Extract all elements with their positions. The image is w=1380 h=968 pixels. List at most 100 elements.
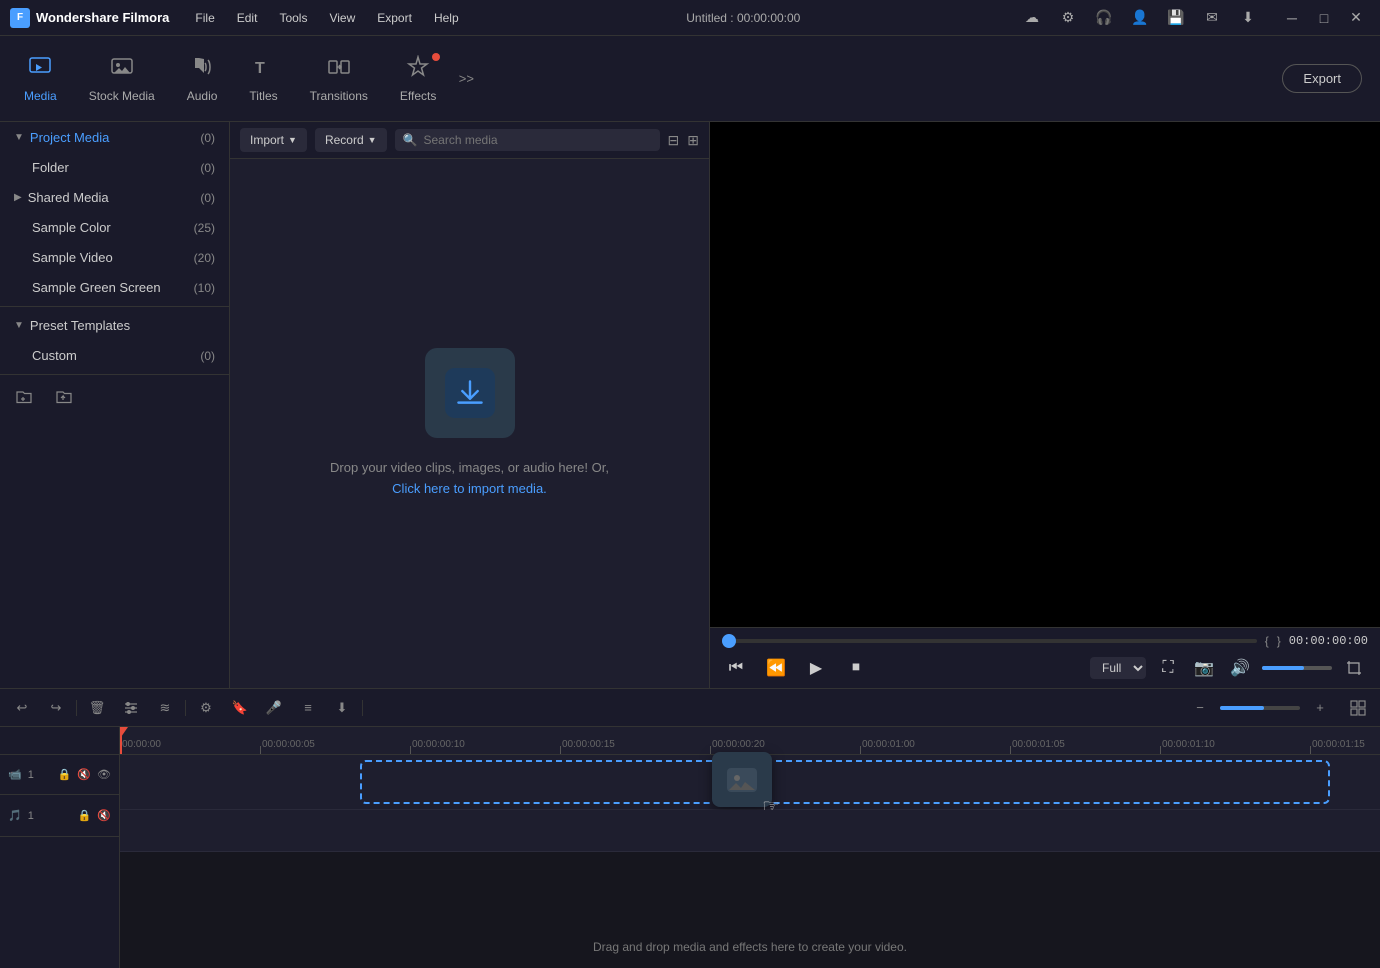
ruler-tick-8: 00:00:01:15: [1312, 739, 1365, 750]
menu-help[interactable]: Help: [424, 7, 469, 29]
adjust-btn[interactable]: [117, 694, 145, 722]
redo-btn[interactable]: ↪: [42, 694, 70, 722]
track1-lock-icon[interactable]: 🔒: [58, 768, 72, 781]
play-btn[interactable]: ▶: [802, 654, 830, 682]
sidebar-item-preset-templates[interactable]: ▼ Preset Templates: [4, 311, 225, 340]
save-btn[interactable]: 💾: [1162, 4, 1190, 32]
drop-text: Drop your video clips, images, or audio …: [330, 458, 609, 500]
preview-controls: { } 00:00:00:00 ⏮ ⏪ ▶ ⏹ Full ⛶ 📷 🔊: [710, 627, 1380, 688]
toolbar-titles[interactable]: T Titles: [233, 47, 293, 111]
scrubber-thumb[interactable]: [722, 634, 736, 648]
sample-color-count: (25): [194, 221, 215, 235]
sidebar-item-sample-video[interactable]: Sample Video (20): [4, 243, 225, 272]
sidebar-item-folder[interactable]: Folder (0): [4, 153, 225, 182]
step-back-btn[interactable]: ⏪: [762, 654, 790, 682]
maximize-btn[interactable]: □: [1310, 4, 1338, 32]
menu-file[interactable]: File: [185, 7, 224, 29]
close-btn[interactable]: ✕: [1342, 4, 1370, 32]
menu-tools[interactable]: Tools: [269, 7, 317, 29]
import-folder-btn[interactable]: [48, 383, 80, 411]
import-link[interactable]: Click here to import media.: [392, 481, 547, 496]
toolbar-stock-media[interactable]: Stock Media: [73, 47, 171, 111]
cloud-btn[interactable]: ☁: [1018, 4, 1046, 32]
titlebar: F Wondershare Filmora File Edit Tools Vi…: [0, 0, 1380, 36]
delete-btn[interactable]: 🗑: [83, 694, 111, 722]
skip-back-btn[interactable]: ⏮: [722, 654, 750, 682]
ruler-line-1: [260, 746, 261, 754]
export-button[interactable]: Export: [1282, 64, 1362, 93]
toolbar-media[interactable]: Media: [8, 47, 73, 111]
preview-screen: [710, 122, 1380, 627]
mic-tl-btn[interactable]: 🎤: [260, 694, 288, 722]
playhead[interactable]: [120, 727, 122, 754]
toolbar-audio[interactable]: Audio: [171, 47, 234, 111]
tl-divider-3: [362, 700, 363, 716]
sidebar-item-project-media[interactable]: ▼ Project Media (0): [4, 123, 225, 152]
align-tl-btn[interactable]: ≡: [294, 694, 322, 722]
account-btn[interactable]: 👤: [1126, 4, 1154, 32]
bracket-close-btn[interactable]: }: [1277, 634, 1281, 648]
track1-mute-icon[interactable]: 🔇: [77, 768, 91, 781]
track2-lock-icon[interactable]: 🔒: [78, 809, 92, 822]
volume-slider[interactable]: [1262, 666, 1332, 670]
fullscreen-btn[interactable]: ⛶: [1154, 654, 1182, 682]
insert-tl-btn[interactable]: ⬇: [328, 694, 356, 722]
filter-icon[interactable]: ⊟: [668, 132, 680, 149]
custom-label: Custom: [32, 348, 200, 363]
preset-templates-label: Preset Templates: [30, 318, 215, 333]
settings-tl-btn[interactable]: ⚙: [192, 694, 220, 722]
headset-btn[interactable]: 🎧: [1090, 4, 1118, 32]
waveform-btn[interactable]: ≋: [151, 694, 179, 722]
settings-btn[interactable]: ⚙: [1054, 4, 1082, 32]
quality-select[interactable]: Full: [1090, 657, 1146, 679]
zoom-out-btn[interactable]: −: [1186, 694, 1214, 722]
timeline-toolbar: ↩ ↪ 🗑 ≋ ⚙ 🔖 🎤 ≡ ⬇ − +: [0, 689, 1380, 727]
toolbar-effects[interactable]: Effects: [384, 47, 452, 111]
record-button[interactable]: Record ▼: [315, 128, 387, 152]
ruler-line-4: [710, 746, 711, 754]
track1-eye-icon[interactable]: 👁: [97, 768, 111, 781]
minimize-btn[interactable]: ─: [1278, 4, 1306, 32]
search-input[interactable]: [424, 133, 652, 147]
media-panel: Import ▼ Record ▼ 🔍 ⊟ ⊞: [230, 122, 710, 688]
ruler-tick-2: 00:00:00:10: [412, 739, 465, 750]
chevron-down-icon: ▼: [14, 132, 24, 143]
volume-btn[interactable]: 🔊: [1226, 654, 1254, 682]
sidebar-item-sample-color[interactable]: Sample Color (25): [4, 213, 225, 242]
drop-hint: ☞: [360, 760, 1330, 804]
stop-btn[interactable]: ⏹: [842, 654, 870, 682]
new-folder-btn[interactable]: [8, 383, 40, 411]
marker-btn[interactable]: 🔖: [226, 694, 254, 722]
track2-id: 1: [28, 810, 34, 822]
snapshot-btn[interactable]: 📷: [1190, 654, 1218, 682]
media-toolbar: Import ▼ Record ▼ 🔍 ⊟ ⊞: [230, 122, 709, 159]
media-icon: [28, 55, 52, 85]
sidebar-item-sample-green-screen[interactable]: Sample Green Screen (10): [4, 273, 225, 302]
playback-scrubber[interactable]: [722, 639, 1257, 643]
track1-icon: 📹: [8, 768, 22, 781]
menu-edit[interactable]: Edit: [227, 7, 268, 29]
ruler-line-2: [410, 746, 411, 754]
download-btn[interactable]: ⬇: [1234, 4, 1262, 32]
bracket-open-btn[interactable]: {: [1265, 634, 1269, 648]
undo-btn[interactable]: ↩: [8, 694, 36, 722]
sidebar-item-shared-media[interactable]: ▶ Shared Media (0): [4, 183, 225, 212]
toolbar-transitions[interactable]: Transitions: [294, 47, 384, 111]
toolbar-more-btn[interactable]: >>: [452, 65, 480, 93]
fit-btn[interactable]: [1344, 694, 1372, 722]
zoom-track[interactable]: [1220, 706, 1300, 710]
track2-mute-icon[interactable]: 🔇: [97, 809, 111, 822]
titles-icon: T: [252, 55, 276, 85]
import-button[interactable]: Import ▼: [240, 128, 307, 152]
shared-media-group: ▶ Shared Media (0) Sample Color (25) Sam…: [0, 183, 229, 302]
sidebar-item-custom[interactable]: Custom (0): [4, 341, 225, 370]
zoom-in-btn[interactable]: +: [1306, 694, 1334, 722]
menu-view[interactable]: View: [319, 7, 365, 29]
import-icon: [445, 368, 495, 418]
grid-view-icon[interactable]: ⊞: [687, 132, 699, 149]
record-label: Record: [325, 133, 364, 147]
crop-btn[interactable]: [1340, 654, 1368, 682]
menu-export[interactable]: Export: [367, 7, 422, 29]
mail-btn[interactable]: ✉: [1198, 4, 1226, 32]
sidebar-divider: [0, 306, 229, 307]
